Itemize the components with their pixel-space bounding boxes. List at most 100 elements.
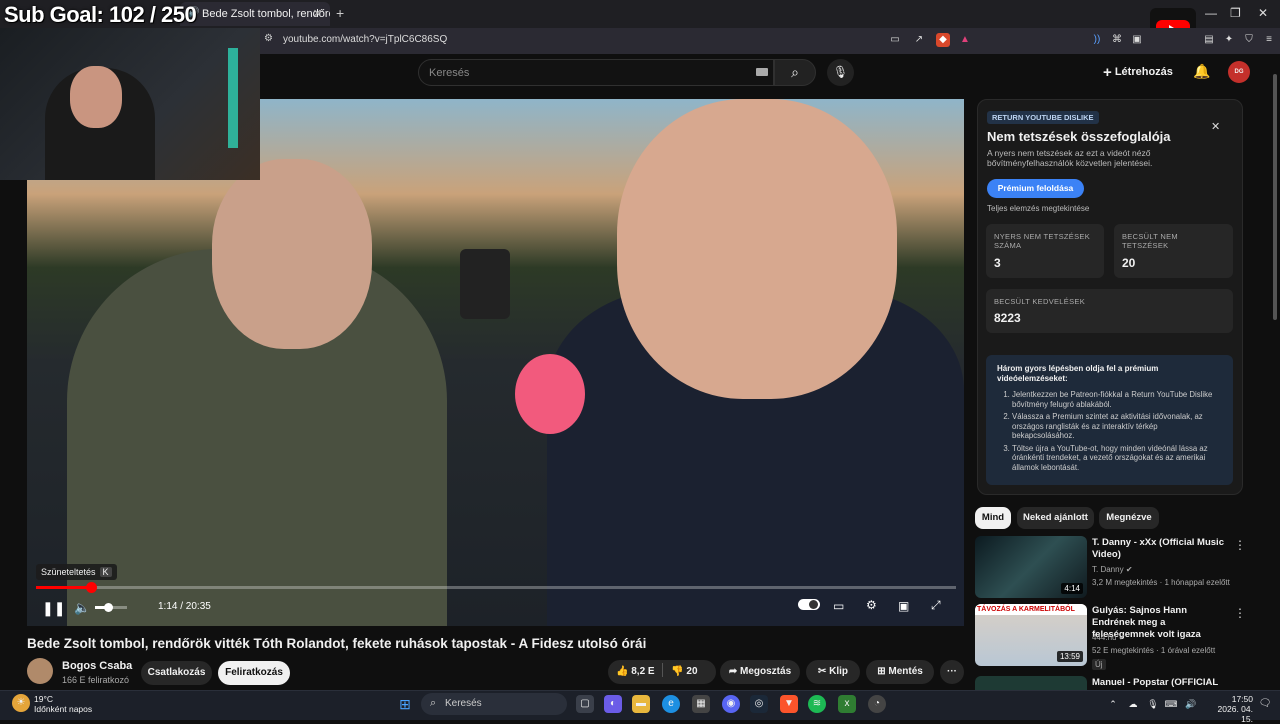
share-arrow-icon: ➦ <box>728 666 738 677</box>
notifications-bell-icon[interactable]: 🔔 <box>1193 63 1210 80</box>
file-explorer-icon[interactable]: ▬ <box>632 695 650 713</box>
more-vert-icon[interactable]: ⋮ <box>1234 606 1246 620</box>
new-tab-button[interactable]: + <box>336 5 344 21</box>
wallet-icon[interactable]: ▤ <box>1202 33 1216 47</box>
join-button[interactable]: Csatlakozás <box>141 661 212 685</box>
create-label: Létrehozás <box>1114 66 1173 78</box>
menu-icon[interactable]: ≡ <box>1262 33 1276 47</box>
browser-tab[interactable]: 🔊 Bede Zsolt tombol, rendőrök ✕ <box>180 2 330 26</box>
more-actions-button[interactable]: ··· <box>940 660 964 684</box>
chip-watched[interactable]: Megnézve <box>1099 507 1159 529</box>
edge-icon[interactable]: e <box>662 695 680 713</box>
subtitles-icon[interactable]: ▭ <box>833 599 844 613</box>
url-field[interactable]: youtube.com/watch?v=jTplC6C86SQ <box>283 34 447 45</box>
windows-start-icon[interactable]: ⊞ <box>396 695 414 713</box>
search-input[interactable]: Keresés <box>418 59 774 86</box>
plus-icon: + <box>1103 64 1112 81</box>
related-thumbnail[interactable]: 4:14 <box>975 536 1087 598</box>
est-likes-value: 8223 <box>994 311 1021 325</box>
page-scrollbar[interactable] <box>1270 54 1280 690</box>
rewards-icon[interactable]: ▲ <box>958 33 972 47</box>
clip-label: Klip <box>829 666 849 677</box>
fullscreen-icon[interactable]: ⤢ <box>931 598 941 613</box>
maximize-icon[interactable]: ❐ <box>1230 6 1241 20</box>
tray-overflow-icon[interactable]: ⌃ <box>1104 695 1122 713</box>
notification-center-icon[interactable]: 🗨 <box>1256 695 1274 713</box>
ryd-close-icon[interactable]: ✕ <box>1211 120 1220 133</box>
clock-date: 2026. 04. 15. <box>1217 704 1253 724</box>
more-vert-icon[interactable]: ⋮ <box>1234 538 1246 552</box>
dislike-button[interactable]: 👎 20 <box>671 666 697 677</box>
tray-app-icon[interactable]: ☁ <box>1124 695 1142 713</box>
webcam-overlay <box>0 28 260 180</box>
channel-avatar[interactable] <box>27 658 53 684</box>
steam-icon[interactable]: ◎ <box>750 695 768 713</box>
pause-icon[interactable]: ❚❚ <box>42 600 65 617</box>
leo-icon[interactable]: ✦ <box>1222 33 1236 47</box>
ryd-description: A nyers nem tetszések az ezt a videót né… <box>987 148 1153 168</box>
tray-volume-icon[interactable]: 🔊 <box>1182 695 1200 713</box>
minimize-icon[interactable]: — <box>1205 6 1217 20</box>
brave-shield-icon[interactable]: ◆ <box>936 33 950 47</box>
channel-name[interactable]: Bogos Csaba <box>62 660 132 672</box>
clip-button[interactable]: ✂ Klip <box>806 660 860 684</box>
close-window-icon[interactable]: ✕ <box>1258 6 1268 20</box>
video-frame-phone <box>460 249 510 319</box>
account-avatar[interactable]: DG <box>1228 61 1250 83</box>
ryd-full-analysis-link[interactable]: Teljes elemzés megtekintése <box>987 204 1089 213</box>
pause-tooltip-key: K <box>99 567 112 577</box>
related-title[interactable]: T. Danny - xXx (Official Music Video) <box>1092 537 1227 561</box>
tab-close-icon[interactable]: ✕ <box>313 7 322 20</box>
ryd-premium-button[interactable]: Prémium feloldása <box>987 179 1084 198</box>
chip-recommended[interactable]: Neked ajánlott <box>1017 507 1094 529</box>
weather-widget[interactable]: 19°C Időnként napos <box>34 694 92 714</box>
store-icon[interactable]: ▦ <box>692 695 710 713</box>
related-channel: 444.hu ✔ <box>1092 633 1125 642</box>
search-button[interactable]: ⌕ <box>774 59 816 86</box>
audio-ext-icon[interactable]: )) <box>1090 33 1104 47</box>
share-button[interactable]: ➦ Megosztás <box>720 660 800 684</box>
ryd-promo-box: Három gyors lépésben oldja fel a prémium… <box>986 355 1233 485</box>
share-icon[interactable]: ↗ <box>912 33 926 47</box>
ryd-title: Nem tetszések összefoglalója <box>987 129 1171 144</box>
bookmark-icon: ⊞ <box>877 666 886 677</box>
scrollbar-thumb[interactable] <box>1273 74 1277 320</box>
like-button[interactable]: 👍 8,2 E <box>616 666 655 677</box>
excel-icon[interactable]: x <box>838 695 856 713</box>
related-meta: 52 E megtekintés · 1 órával ezelőtt <box>1092 646 1216 655</box>
weather-icon[interactable]: ☀ <box>12 694 30 712</box>
miniplayer-icon[interactable]: ▣ <box>898 599 909 613</box>
progress-bar[interactable] <box>36 582 956 593</box>
volume-icon[interactable]: 🔈 <box>74 600 90 616</box>
related-thumbnail[interactable]: TÁVOZÁS A KARMELITÁBÓL 13:59 <box>975 604 1087 666</box>
thumbs-down-icon: 👎 <box>671 666 684 677</box>
tab-title: Bede Zsolt tombol, rendőrök <box>202 8 330 20</box>
sub-goal-counter: Sub Goal: 102 / 250 <box>4 2 197 27</box>
chip-all[interactable]: Mind <box>975 507 1011 529</box>
subscribe-button[interactable]: Feliratkozás <box>218 661 290 685</box>
screenshot-icon[interactable]: ▣ <box>1130 33 1144 47</box>
site-info-icon[interactable]: ⚙ <box>264 33 273 44</box>
brave-icon[interactable]: ▼ <box>780 695 798 713</box>
tray-mic-icon[interactable]: 🎙 <box>1144 695 1162 713</box>
extension-icon[interactable]: ⌘ <box>1110 33 1124 47</box>
related-thumbnail[interactable] <box>975 676 1087 690</box>
volume-slider[interactable] <box>95 603 127 612</box>
keyboard-icon[interactable] <box>756 68 768 76</box>
settings-gear-icon[interactable]: ⚙ <box>866 598 877 612</box>
save-button[interactable]: ⊞ Mentés <box>866 660 934 684</box>
discord-icon[interactable]: ◉ <box>722 695 740 713</box>
cast-icon[interactable]: ▭ <box>888 33 902 47</box>
autoplay-toggle[interactable] <box>798 599 820 610</box>
tray-network-icon[interactable]: ⌨ <box>1162 695 1180 713</box>
voice-search-button[interactable]: 🎙 <box>827 59 854 86</box>
volume-knob[interactable] <box>103 603 113 612</box>
task-view-icon[interactable]: ▢ <box>576 695 594 713</box>
create-button[interactable]: + Létrehozás <box>1103 64 1173 81</box>
related-title[interactable]: Manuel - Popstar (OFFICIAL <box>1092 677 1227 689</box>
spotify-icon[interactable]: ≋ <box>808 695 826 713</box>
copilot-icon[interactable]: ◐ <box>604 695 622 713</box>
taskbar-search[interactable]: Keresés <box>421 693 567 715</box>
obs-icon[interactable]: ◔ <box>868 695 886 713</box>
vpn-icon[interactable]: ⛉ <box>1242 33 1256 47</box>
